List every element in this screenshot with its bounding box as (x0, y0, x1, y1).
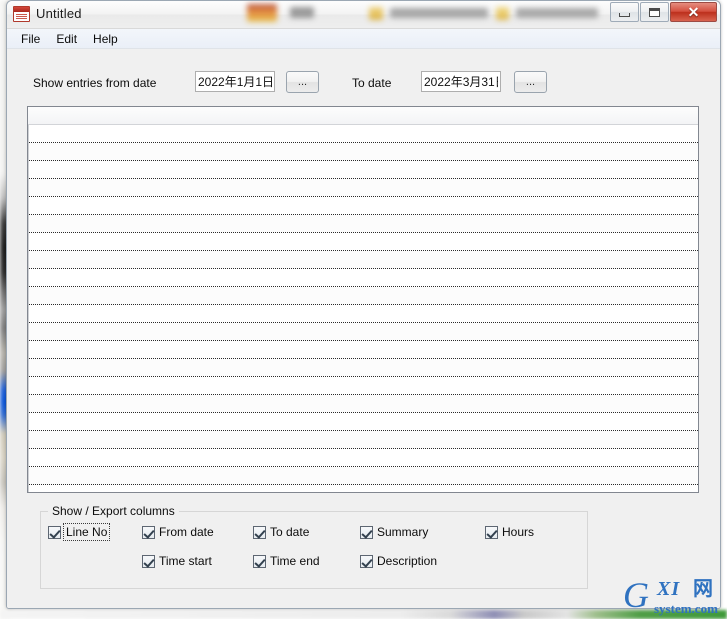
checkbox-to-date[interactable]: To date (253, 525, 309, 539)
background-folder-label-1 (390, 8, 488, 18)
menu-item-file[interactable]: File (13, 30, 48, 48)
background-folder-label-2 (516, 8, 598, 18)
background-window-thumbnail-2 (290, 7, 314, 18)
table-row[interactable] (28, 413, 698, 431)
minimize-button[interactable] (610, 2, 639, 22)
calendar-icon-body (14, 12, 29, 21)
export-columns-groupbox (40, 511, 588, 589)
table-row[interactable] (28, 125, 698, 143)
checkbox-line-no[interactable]: Line No (48, 523, 111, 541)
table-row[interactable] (28, 179, 698, 197)
data-grid-body[interactable] (28, 125, 698, 492)
title-bar[interactable]: Untitled ✕ (7, 1, 720, 29)
window-title: Untitled (36, 6, 82, 21)
checkbox-time-start[interactable]: Time start (142, 554, 212, 568)
table-row[interactable] (28, 377, 698, 395)
to-date-input[interactable] (421, 71, 501, 92)
table-row[interactable] (28, 341, 698, 359)
checkbox-time-end[interactable]: Time end (253, 554, 320, 568)
checkmark-icon (142, 554, 155, 568)
entries-data-grid[interactable] (27, 106, 699, 493)
checkmark-icon (253, 554, 266, 568)
table-row[interactable] (28, 143, 698, 161)
export-columns-groupbox-title: Show / Export columns (48, 504, 179, 518)
table-row[interactable] (28, 233, 698, 251)
background-taskbar-strip (0, 610, 727, 619)
from-date-input[interactable] (195, 71, 275, 92)
checkbox-label: Description (377, 554, 438, 568)
checkmark-icon (142, 525, 155, 539)
table-row[interactable] (28, 485, 698, 492)
table-row[interactable] (28, 431, 698, 449)
export-columns-row-1: Line No From date To date Summary Hours (7, 523, 720, 545)
checkbox-label: From date (159, 525, 214, 539)
close-icon: ✕ (687, 4, 700, 20)
checkbox-description[interactable]: Description (360, 554, 437, 568)
data-grid-row-header-rail (28, 125, 29, 492)
table-row[interactable] (28, 449, 698, 467)
maximize-button[interactable] (640, 2, 669, 22)
checkbox-label: Line No (62, 523, 111, 541)
from-date-browse-button[interactable]: ... (286, 71, 319, 93)
menu-bar: File Edit Help (7, 29, 720, 49)
from-date-label: Show entries from date (33, 76, 157, 90)
table-row[interactable] (28, 359, 698, 377)
background-window-thumbnail-1 (247, 4, 277, 22)
checkbox-label: Time start (159, 554, 212, 568)
maximize-icon (649, 7, 660, 17)
table-row[interactable] (28, 197, 698, 215)
table-row[interactable] (28, 251, 698, 269)
to-date-browse-button[interactable]: ... (514, 71, 547, 93)
checkmark-icon (48, 525, 61, 539)
checkmark-icon (360, 525, 373, 539)
calendar-icon (13, 6, 30, 22)
checkbox-label: To date (270, 525, 310, 539)
window-controls: ✕ (609, 2, 717, 22)
to-date-label: To date (352, 76, 392, 90)
close-button[interactable]: ✕ (670, 2, 717, 22)
table-row[interactable] (28, 269, 698, 287)
checkbox-label: Hours (502, 525, 535, 539)
table-row[interactable] (28, 287, 698, 305)
menu-item-help[interactable]: Help (85, 30, 126, 48)
checkmark-icon (360, 554, 373, 568)
background-folder-icon-1 (369, 7, 383, 20)
data-grid-header-row[interactable] (28, 107, 698, 125)
checkmark-icon (485, 525, 498, 539)
background-folder-icon-2 (496, 7, 509, 20)
minimize-icon (619, 12, 630, 17)
checkbox-from-date[interactable]: From date (142, 525, 214, 539)
checkbox-label: Time end (270, 554, 320, 568)
table-row[interactable] (28, 305, 698, 323)
table-row[interactable] (28, 161, 698, 179)
client-area: Show entries from date ... To date ... S… (7, 49, 720, 608)
table-row[interactable] (28, 323, 698, 341)
checkbox-label: Summary (377, 525, 429, 539)
date-filter-row: Show entries from date ... To date ... (7, 69, 720, 99)
checkmark-icon (253, 525, 266, 539)
export-columns-row-2: Time start Time end Description (7, 554, 720, 574)
table-row[interactable] (28, 215, 698, 233)
checkbox-hours[interactable]: Hours (485, 525, 534, 539)
table-row[interactable] (28, 467, 698, 485)
application-window: Untitled ✕ File Edit Help Show entries f… (6, 0, 721, 609)
checkbox-summary[interactable]: Summary (360, 525, 428, 539)
menu-item-edit[interactable]: Edit (48, 30, 85, 48)
table-row[interactable] (28, 395, 698, 413)
